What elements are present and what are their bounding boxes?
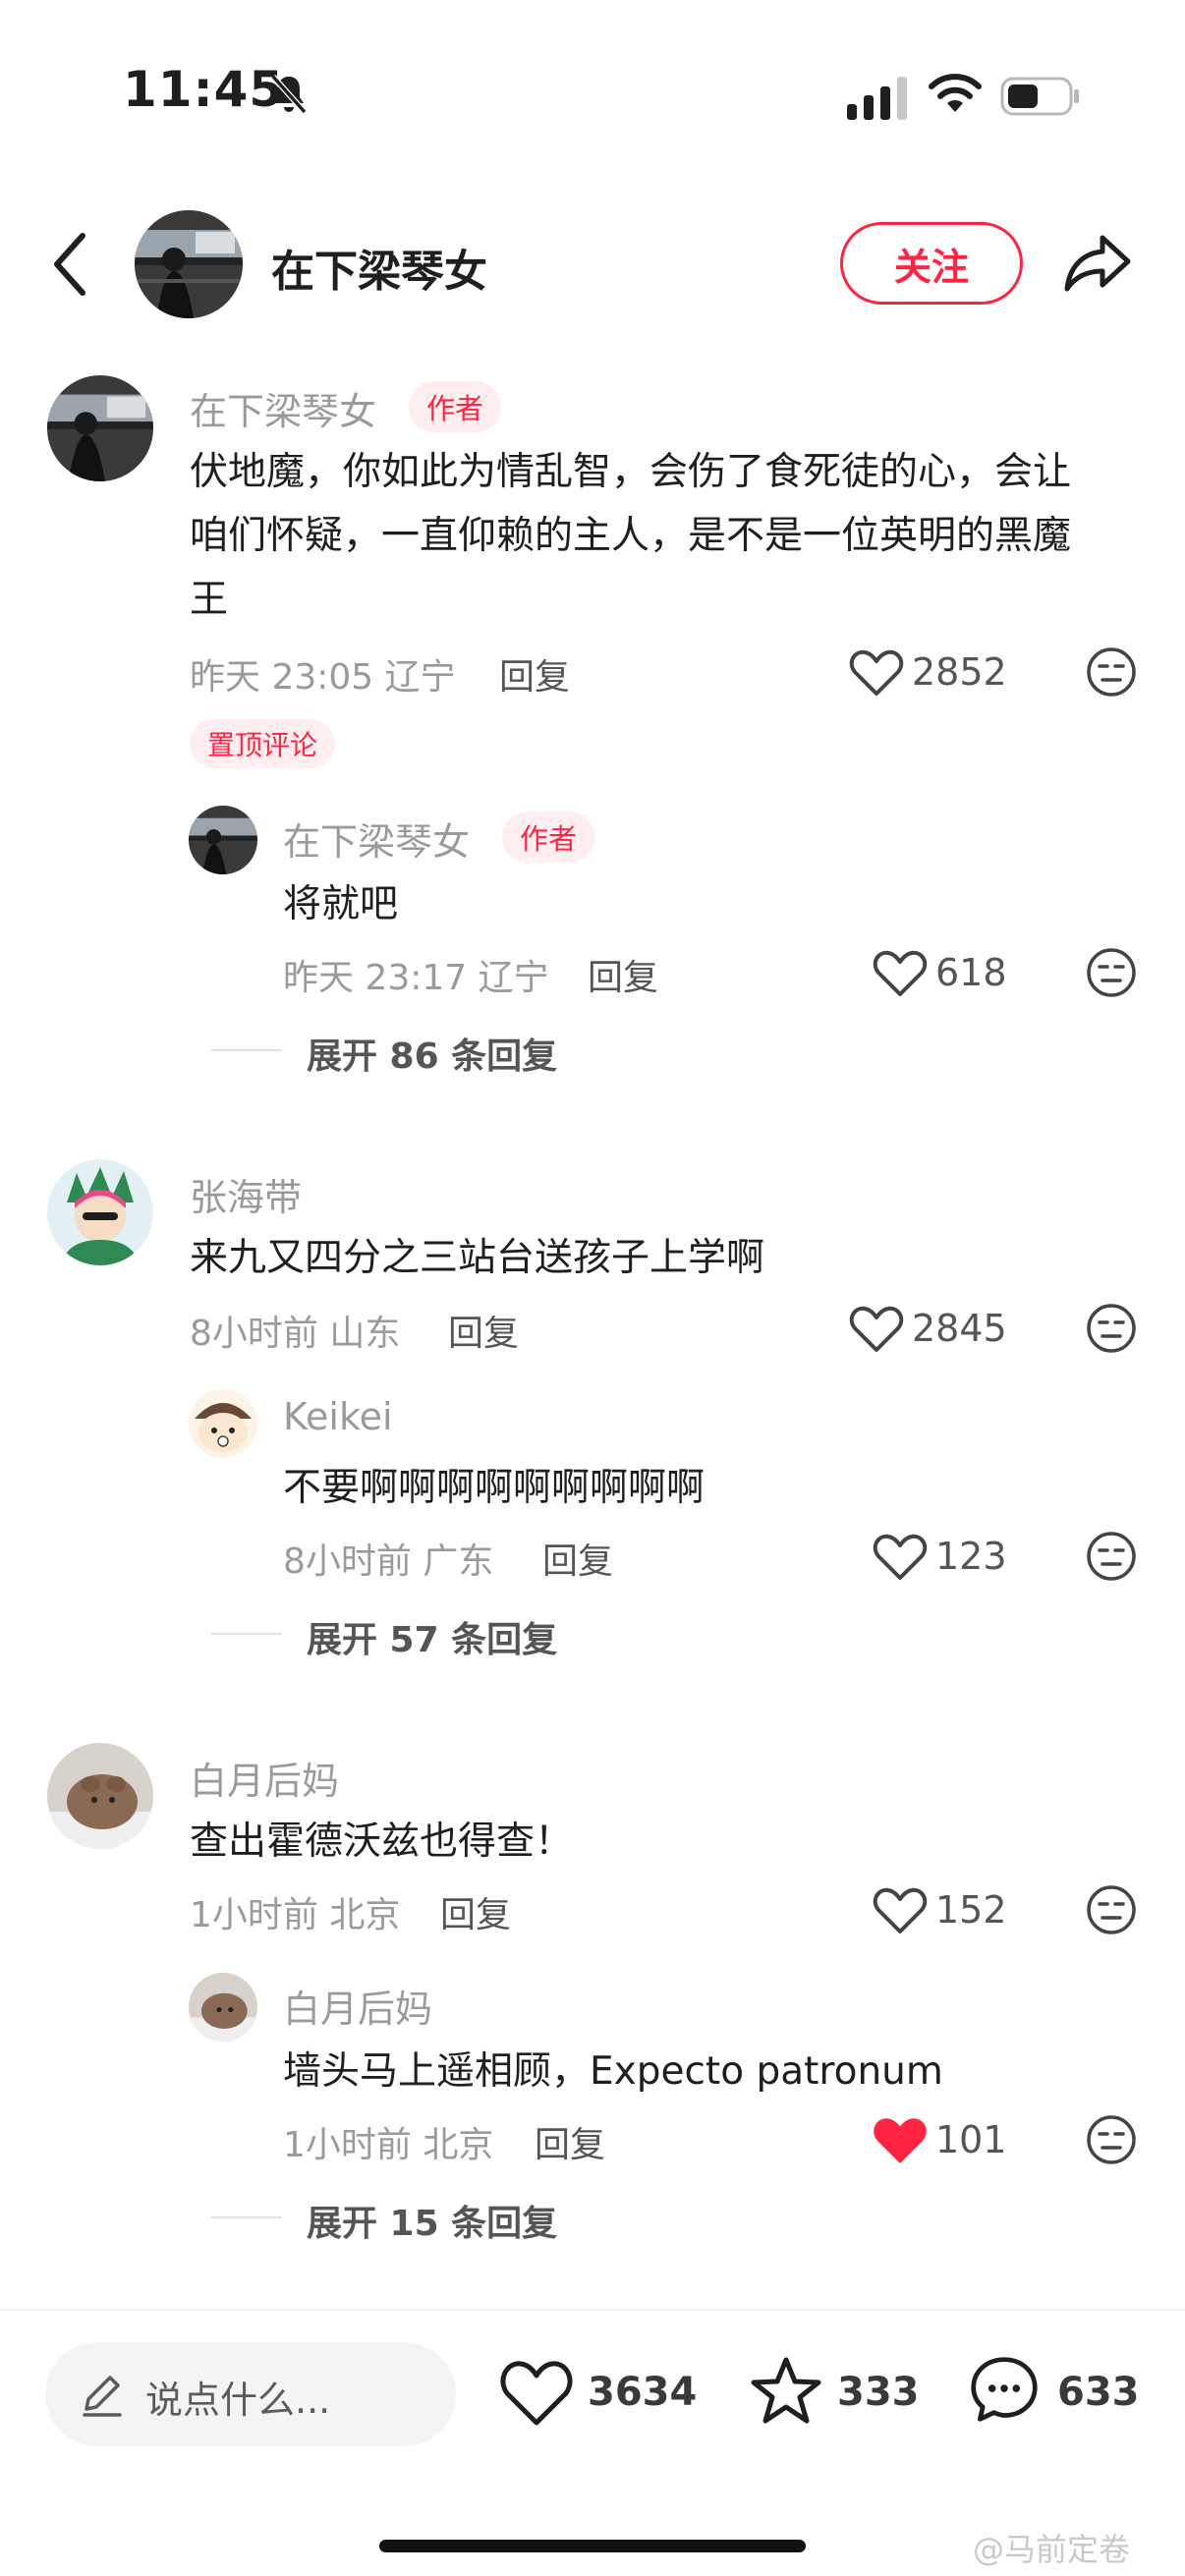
- watermark: @马前定卷: [973, 2531, 1131, 2568]
- pencil-icon: [83, 2376, 122, 2417]
- comment-text-line: 王: [190, 578, 229, 622]
- reply-username[interactable]: 白月后妈: [283, 1979, 432, 2033]
- expand-divider: [211, 1049, 282, 1051]
- expand-divider: [211, 1633, 282, 1635]
- commenter-avatar[interactable]: [47, 375, 153, 481]
- like-count: 2845: [912, 1307, 1007, 1350]
- expand-replies-button[interactable]: 展开 15 条回复: [307, 2195, 557, 2246]
- dislike-face-icon[interactable]: [1086, 947, 1137, 998]
- reply-button[interactable]: 回复: [448, 1305, 519, 1356]
- reply-username[interactable]: Keikei: [283, 1395, 393, 1438]
- bottom-bar-divider: [0, 2309, 1185, 2311]
- author-tag: 作者: [409, 381, 502, 432]
- comment-text: 来九又四分之三站台送孩子上学啊: [190, 1236, 765, 1280]
- reply-avatar[interactable]: [189, 806, 257, 874]
- comment-text-line: 伏地魔，你如此为情乱智，会伤了食死徒的心，会让: [190, 450, 1072, 494]
- comment-username[interactable]: 白月后妈: [190, 1751, 339, 1805]
- cellular-signal-icon: [847, 77, 907, 120]
- like-count: 101: [935, 2118, 1007, 2161]
- heart-outline-icon[interactable]: [873, 1886, 928, 1935]
- comment-input-placeholder[interactable]: 说点什么...: [145, 2370, 330, 2424]
- comment-text-line: 咱们怀疑，一直仰赖的主人，是不是一位英明的黑魔: [190, 514, 1072, 558]
- pinned-comment-badge: 置顶评论: [190, 719, 336, 768]
- reply-button[interactable]: 回复: [588, 949, 658, 1000]
- favorite-count: 333: [837, 2370, 920, 2415]
- back-arrow-icon[interactable]: [51, 230, 90, 299]
- expand-divider: [211, 2216, 282, 2218]
- follow-button[interactable]: 关注: [840, 222, 1023, 305]
- reply-username[interactable]: 在下梁琴女: [283, 812, 470, 866]
- commenter-avatar[interactable]: [47, 1159, 153, 1265]
- reply-meta: 8小时前 广东: [283, 1541, 494, 1582]
- comment-count: 633: [1057, 2370, 1140, 2415]
- comment-bubble-icon[interactable]: [967, 2354, 1042, 2425]
- reply-text: 将就吧: [283, 882, 399, 926]
- battery-icon: [1000, 77, 1079, 116]
- status-time: 11:45: [123, 61, 285, 118]
- like-count-total: 3634: [588, 2370, 698, 2415]
- reply-button[interactable]: 回复: [440, 1886, 511, 1937]
- like-count: 123: [935, 1535, 1007, 1578]
- heart-outline-icon[interactable]: [849, 1305, 904, 1354]
- commenter-avatar[interactable]: [47, 1743, 153, 1849]
- heart-outline-icon[interactable]: [873, 1533, 928, 1582]
- reply-button[interactable]: 回复: [499, 648, 570, 700]
- header-username[interactable]: 在下梁琴女: [271, 236, 487, 299]
- reply-text: 墙头马上遥相顾，Expecto patronum: [283, 2049, 943, 2094]
- dislike-face-icon[interactable]: [1086, 2114, 1137, 2165]
- comment-username[interactable]: 张海带: [190, 1167, 302, 1221]
- dislike-face-icon[interactable]: [1086, 1531, 1137, 1582]
- wifi-icon: [929, 74, 982, 112]
- star-icon[interactable]: [749, 2356, 823, 2427]
- like-count: 152: [935, 1888, 1007, 1932]
- share-arrow-icon[interactable]: [1063, 230, 1132, 295]
- heart-outline-icon[interactable]: [849, 648, 904, 698]
- comment-username[interactable]: 在下梁琴女: [190, 381, 376, 435]
- comment-meta: 8小时前 山东: [190, 1314, 401, 1354]
- reply-avatar[interactable]: [189, 1973, 257, 2042]
- home-indicator[interactable]: [379, 2540, 806, 2552]
- reply-button[interactable]: 回复: [542, 1533, 613, 1584]
- comment-meta: 昨天 23:05 辽宁: [190, 657, 456, 698]
- reply-avatar[interactable]: [189, 1389, 257, 1458]
- dislike-face-icon[interactable]: [1086, 1303, 1137, 1354]
- author-avatar[interactable]: [135, 210, 243, 318]
- dislike-face-icon[interactable]: [1086, 646, 1137, 698]
- like-count: 618: [935, 951, 1007, 994]
- dislike-face-icon[interactable]: [1086, 1884, 1137, 1935]
- expand-replies-button[interactable]: 展开 86 条回复: [307, 1028, 557, 1079]
- author-tag: 作者: [502, 812, 595, 863]
- comment-text: 查出霍德沃兹也得查！: [190, 1820, 574, 1864]
- reply-meta: 1小时前 北京: [283, 2125, 494, 2165]
- comment-text: 伏地魔，你如此为情乱智，会伤了食死徒的心，会让 咱们怀疑，一直仰赖的主人，是不是…: [190, 440, 1153, 632]
- like-heart-icon[interactable]: [499, 2358, 574, 2429]
- like-count: 2852: [912, 650, 1007, 694]
- heart-outline-icon[interactable]: [873, 949, 928, 998]
- reply-meta: 昨天 23:17 辽宁: [283, 958, 549, 998]
- expand-replies-button[interactable]: 展开 57 条回复: [307, 1611, 557, 1662]
- comment-meta: 1小时前 北京: [190, 1895, 401, 1935]
- heart-filled-icon[interactable]: [873, 2116, 928, 2165]
- reply-button[interactable]: 回复: [535, 2116, 605, 2167]
- reply-text: 不要啊啊啊啊啊啊啊啊啊: [283, 1466, 705, 1510]
- bell-muted-icon: [270, 75, 308, 114]
